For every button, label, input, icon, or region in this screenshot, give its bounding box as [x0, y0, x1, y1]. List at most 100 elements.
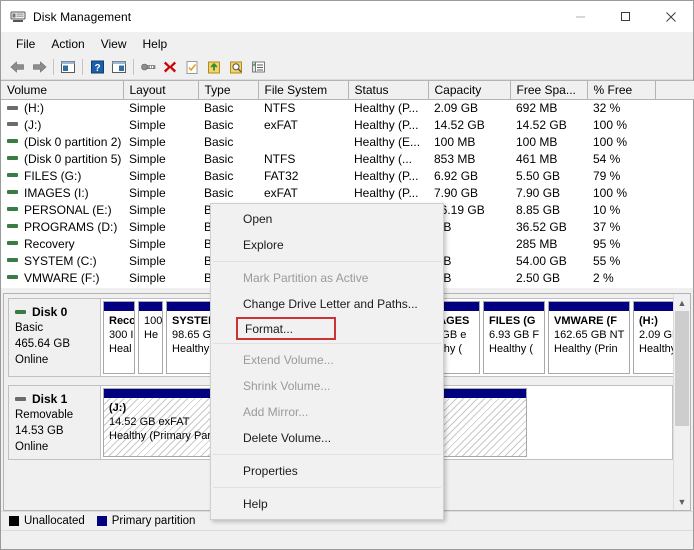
table-row[interactable]: (J:) Simple Basic exFAT Healthy (P... 14… — [1, 116, 694, 133]
context-menu-item-open[interactable]: Open — [211, 206, 443, 232]
cell-type: Basic — [204, 134, 234, 149]
cell-percent-free: 55 % — [593, 253, 621, 268]
cell-free-space: 14.52 GB — [516, 117, 567, 132]
column-header-type[interactable]: Type — [198, 81, 259, 100]
partition-block[interactable]: VMWARE (F 162.65 GB NT Healthy (Prin — [548, 301, 630, 374]
minimize-button[interactable] — [558, 1, 603, 32]
volume-label: (J:) — [24, 117, 42, 132]
cell-volume: PROGRAMS (D:) — [1, 218, 123, 235]
context-menu-item-add-mirror: Add Mirror... — [243, 405, 309, 419]
partition-color-bar — [484, 302, 544, 311]
partition-color-bar — [549, 302, 629, 311]
scroll-down-icon[interactable]: ▼ — [674, 493, 690, 510]
cell-free-space: 36.52 GB — [516, 219, 567, 234]
toolbar-separator — [53, 59, 54, 75]
cell-volume: VMWARE (F:) — [1, 269, 123, 286]
disk-info-0[interactable]: Disk 0 Basic 465.64 GB Online — [8, 298, 100, 377]
cell-status: Healthy (E... — [354, 134, 421, 149]
column-header-layout[interactable]: Layout — [123, 81, 199, 100]
disk-panel-scrollbar[interactable]: ▲ ▼ — [673, 294, 690, 510]
partition-block[interactable]: 100 He — [138, 301, 163, 374]
menu-help[interactable]: Help — [135, 35, 176, 53]
properties-icon[interactable] — [137, 56, 159, 78]
menu-file[interactable]: File — [8, 35, 43, 53]
volume-table-header-row: Volume Layout Type File System Status Ca… — [1, 81, 694, 100]
scroll-up-icon[interactable]: ▲ — [674, 294, 690, 311]
cell-layout: Simple — [129, 219, 166, 234]
partition-status: Healthy ( — [489, 343, 534, 355]
cell-layout: Simple — [129, 117, 166, 132]
table-row[interactable]: IMAGES (I:) Simple Basic exFAT Healthy (… — [1, 184, 694, 201]
export-list-icon[interactable] — [203, 56, 225, 78]
context-menu-separator — [213, 261, 441, 262]
column-header-capacity[interactable]: Capacity — [428, 81, 511, 100]
cell-status: Healthy (P... — [354, 100, 419, 115]
help-icon[interactable]: ? — [86, 56, 108, 78]
column-header-free-space[interactable]: Free Spa... — [510, 81, 588, 100]
options-icon[interactable] — [247, 56, 269, 78]
cell-blank — [655, 116, 694, 133]
table-row[interactable]: (H:) Simple Basic NTFS Healthy (P... 2.0… — [1, 99, 694, 116]
column-header-blank[interactable] — [655, 81, 694, 100]
column-header-percent-free[interactable]: % Free — [587, 81, 656, 100]
volume-icon — [7, 139, 18, 144]
show-hide-console-tree-icon[interactable] — [57, 56, 79, 78]
partition-block[interactable]: Reco 300 I Heal — [103, 301, 135, 374]
menu-action[interactable]: Action — [43, 35, 92, 53]
cell-blank — [655, 201, 694, 218]
menu-view[interactable]: View — [93, 35, 135, 53]
cell-layout: Simple — [129, 270, 166, 285]
context-menu-item-properties[interactable]: Properties — [211, 458, 443, 484]
cell-layout: Simple — [129, 134, 166, 149]
partition-name: FILES (G — [489, 315, 536, 327]
partition-info: 100 He — [139, 311, 162, 373]
cell-blank — [655, 252, 694, 269]
cell-percent-free: 100 % — [593, 117, 628, 132]
column-header-volume[interactable]: Volume — [1, 81, 124, 100]
maximize-button[interactable] — [603, 1, 648, 32]
volume-label: PERSONAL (E:) — [24, 202, 112, 217]
context-menu-item-help[interactable]: Help — [211, 491, 443, 517]
cell-layout: Simple — [129, 185, 166, 200]
context-menu-item-change-drive-letter-and-paths[interactable]: Change Drive Letter and Paths... — [211, 291, 443, 317]
partition-block[interactable]: FILES (G 6.93 GB F Healthy ( — [483, 301, 545, 374]
table-row[interactable]: FILES (G:) Simple Basic FAT32 Healthy (P… — [1, 167, 694, 184]
context-menu-item-format[interactable]: Format... — [236, 317, 336, 340]
volume-label: IMAGES (I:) — [24, 185, 89, 200]
toolbar: ? — [1, 55, 693, 80]
delete-icon[interactable] — [159, 56, 181, 78]
partition-info: FILES (G 6.93 GB F Healthy ( — [484, 311, 544, 373]
legend-label: Primary partition — [111, 515, 196, 527]
back-arrow-icon[interactable] — [6, 56, 28, 78]
volume-icon — [7, 275, 18, 280]
search-icon[interactable] — [225, 56, 247, 78]
table-row[interactable]: (Disk 0 partition 5) Simple Basic NTFS H… — [1, 150, 694, 167]
volume-label: FILES (G:) — [24, 168, 82, 183]
legend-swatch-primary-partition — [96, 516, 107, 526]
volume-label: (Disk 0 partition 2) — [24, 134, 122, 149]
cell-type: Basic — [204, 185, 234, 200]
disk-info-1[interactable]: Disk 1 Removable 14.53 GB Online — [8, 385, 100, 460]
context-menu-separator — [213, 487, 441, 488]
forward-arrow-icon[interactable] — [28, 56, 50, 78]
cell-blank — [655, 269, 694, 286]
cell-volume: (Disk 0 partition 5) — [1, 150, 123, 167]
table-row[interactable]: (Disk 0 partition 2) Simple Basic Health… — [1, 133, 694, 150]
context-menu-item-explore[interactable]: Explore — [211, 232, 443, 258]
close-button[interactable] — [648, 1, 693, 32]
column-header-status[interactable]: Status — [348, 81, 429, 100]
column-header-file-system[interactable]: File System — [258, 81, 349, 100]
cell-volume: IMAGES (I:) — [1, 184, 123, 201]
show-hide-action-pane-icon[interactable] — [108, 56, 130, 78]
partition-status: Healthy (Prin — [554, 343, 618, 355]
rescan-disks-icon[interactable] — [181, 56, 203, 78]
scrollbar-thumb[interactable] — [675, 311, 689, 426]
context-menu-item-delete-volume[interactable]: Delete Volume... — [211, 425, 443, 451]
partition-size: 6.93 GB F — [489, 329, 540, 341]
partition-size: 162.65 GB NT — [554, 329, 625, 341]
volume-label: (H:) — [24, 100, 44, 115]
cell-volume: SYSTEM (C:) — [1, 252, 123, 269]
disk-state-0: Online — [15, 354, 49, 366]
cell-blank — [655, 235, 694, 252]
volume-icon — [7, 241, 18, 246]
